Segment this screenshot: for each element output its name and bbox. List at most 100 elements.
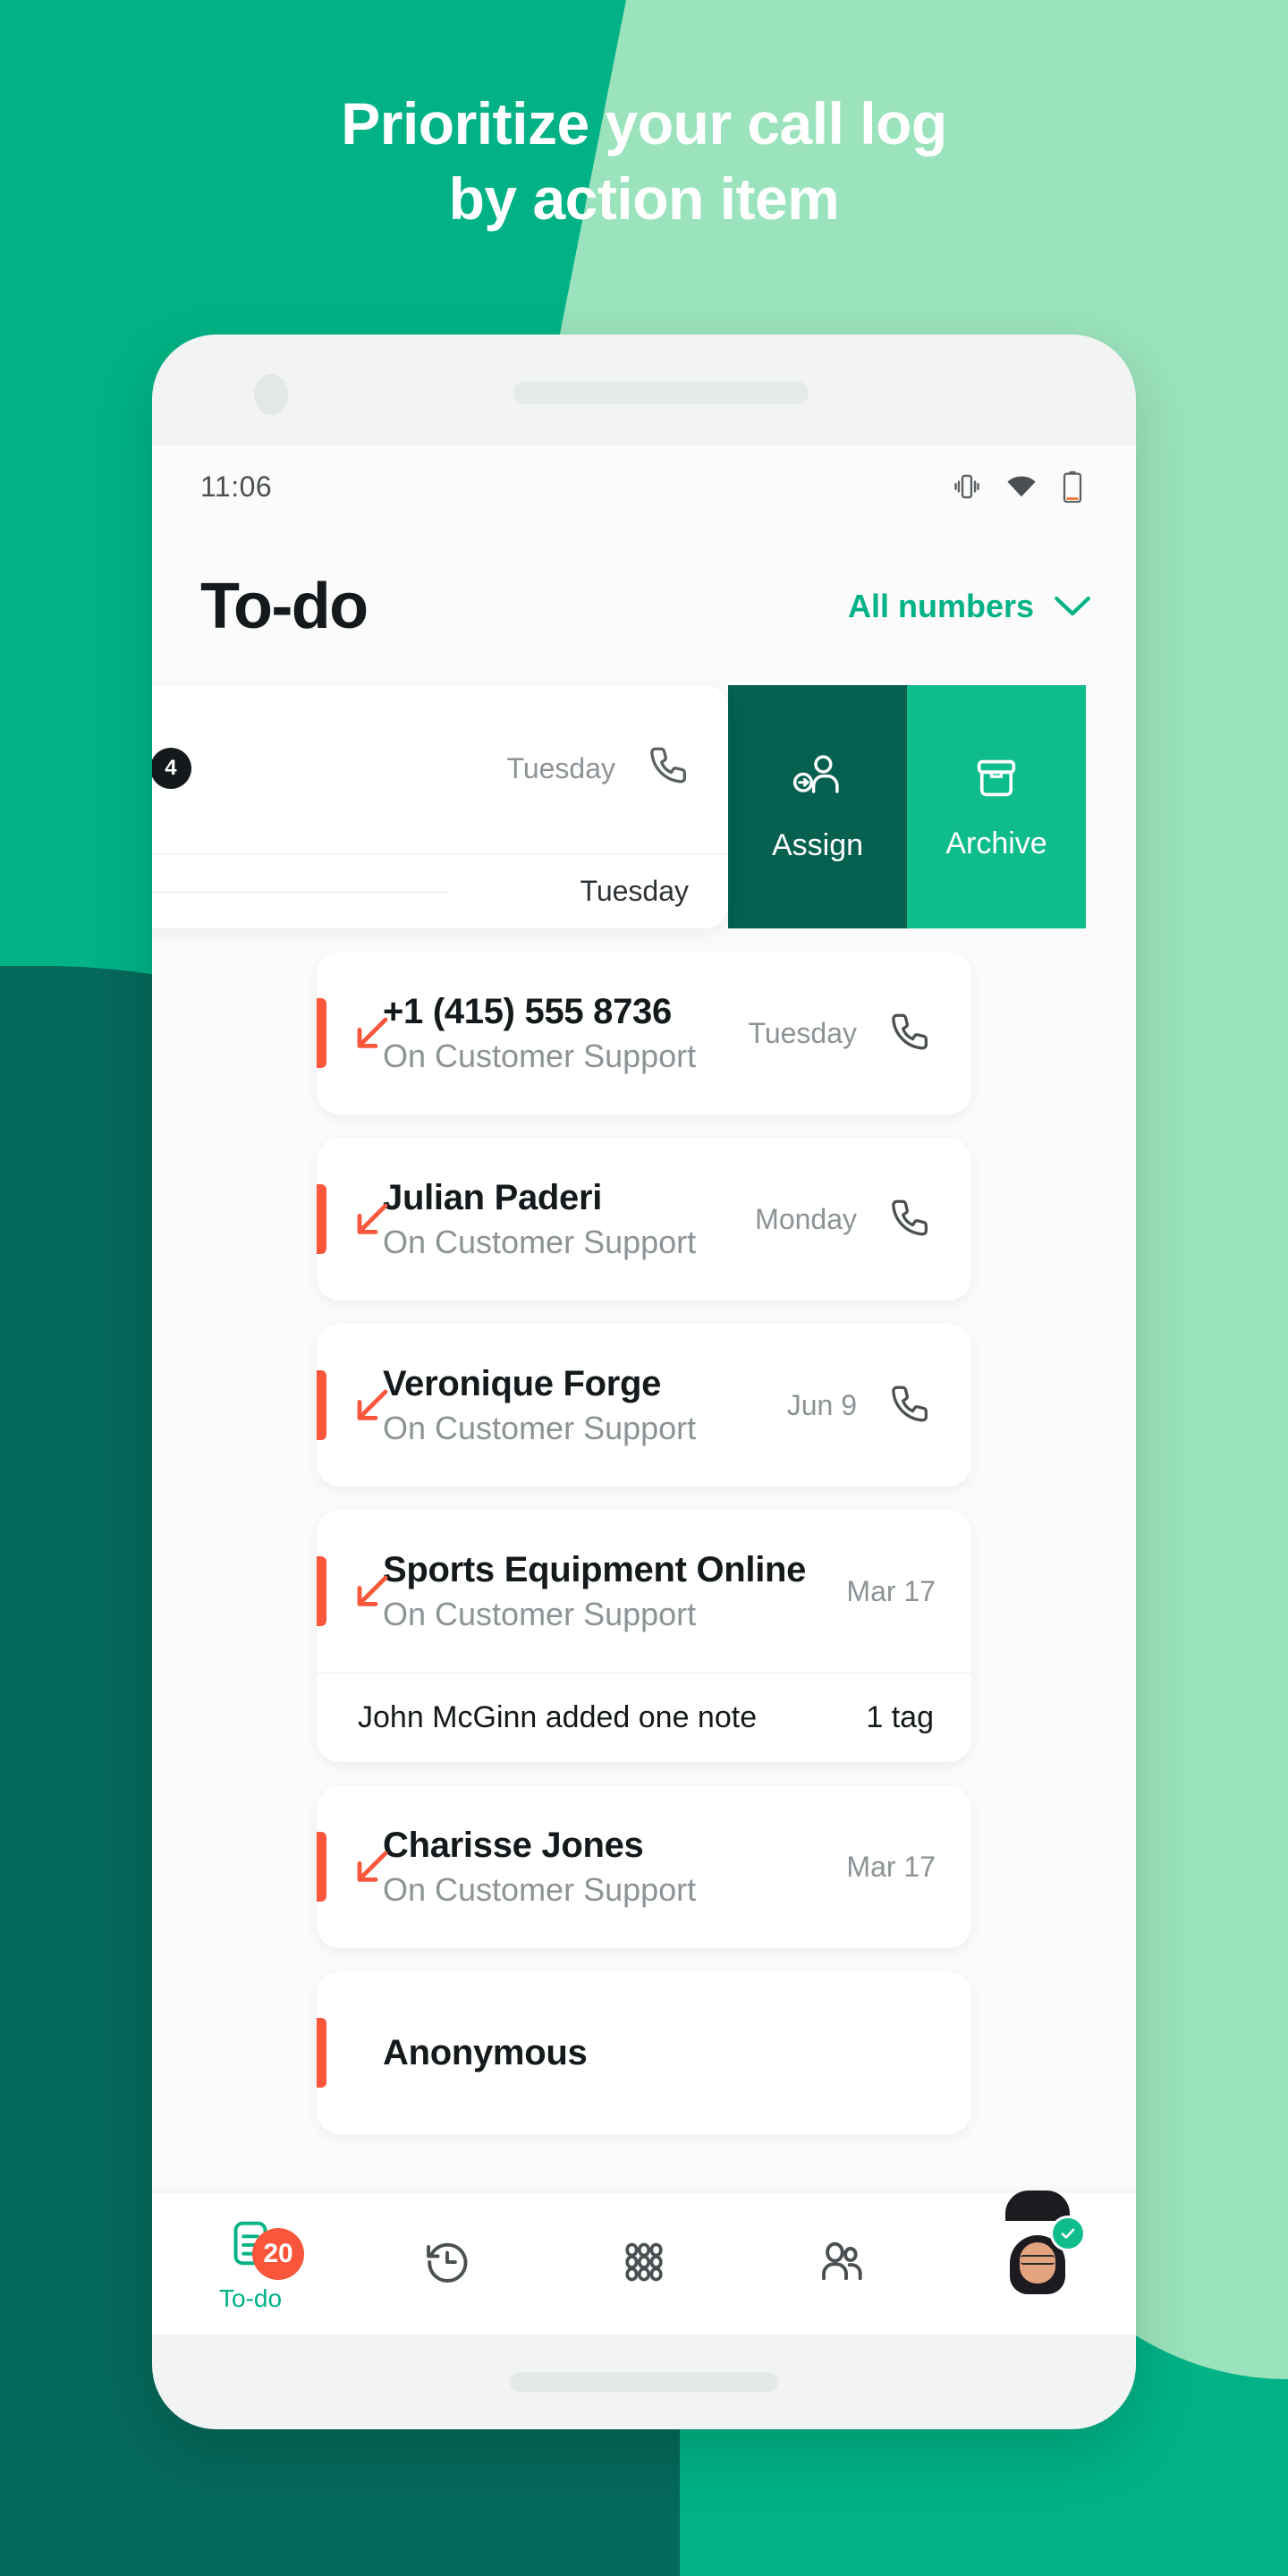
call-day: Mar 17 [846, 1850, 936, 1883]
chevron-down-icon [1054, 595, 1091, 618]
phone-gesture-pill [510, 2372, 778, 2392]
incoming-call-icon [349, 1382, 395, 1428]
phone-icon[interactable] [884, 1007, 936, 1059]
avatar[interactable] [995, 2190, 1086, 2307]
swiped-card-main: 0260 4 y Tuesday [152, 685, 728, 854]
numbers-filter-dropdown[interactable]: All numbers [848, 588, 1091, 625]
call-card-main: Anonymous [317, 1971, 971, 2134]
vibrate-icon [952, 471, 982, 502]
call-card-right: Tuesday [748, 1007, 936, 1059]
swiped-card-right: Tuesday [506, 741, 694, 797]
nav-item-profile[interactable] [939, 2190, 1136, 2307]
call-name: Veronique Forge [383, 1363, 662, 1403]
call-card-text: Julian Paderi On Customer Support [383, 1178, 696, 1261]
phone-top-bezel [152, 335, 1136, 445]
call-card-text: Veronique Forge On Customer Support [383, 1364, 696, 1447]
call-note-row[interactable]: John McGinn added one note 1 tag [317, 1673, 971, 1762]
assign-user-icon [790, 750, 845, 810]
call-card-main: Veronique Forge On Customer Support Jun … [317, 1324, 971, 1487]
call-card[interactable]: Veronique Forge On Customer Support Jun … [317, 1324, 971, 1487]
call-name: Anonymous [383, 2032, 588, 2072]
incoming-call-icon [349, 1568, 395, 1614]
call-list[interactable]: Assign Archive 4 Tuesday Tuesday +1 (415… [152, 685, 1136, 2334]
todo-badge-count: 20 [252, 2227, 304, 2280]
nav-item-todo[interactable]: 20 To-do [152, 2216, 349, 2313]
phone-icon[interactable] [884, 1193, 936, 1245]
promo-screenshot: Prioritize your call log by action item … [0, 0, 1288, 2576]
call-card-text: +1 (415) 555 8736 On Customer Support [383, 992, 696, 1075]
dialpad-icon [616, 2234, 672, 2294]
call-name: Julian Paderi [383, 1177, 603, 1217]
call-card-right: Jun 9 [787, 1379, 936, 1431]
assign-label: Assign [771, 828, 864, 862]
call-card-main: Charisse Jones On Customer Support Mar 1… [317, 1785, 971, 1948]
available-check-icon [1050, 2216, 1086, 2251]
nav-item-contacts[interactable] [742, 2234, 939, 2294]
priority-accent-bar [317, 998, 326, 1068]
phone-icon[interactable] [884, 1379, 936, 1431]
priority-accent-bar [317, 1370, 326, 1440]
swipe-action-group[interactable]: Assign Archive [728, 685, 1086, 928]
call-note-tag-count: 1 tag [866, 1700, 934, 1734]
priority-accent-bar [317, 1556, 326, 1626]
call-subtitle: On Customer Support [383, 1870, 697, 1908]
call-card[interactable]: Charisse Jones On Customer Support Mar 1… [317, 1785, 971, 1948]
call-name: +1 (415) 555 8736 [383, 991, 672, 1031]
call-card[interactable]: +1 (415) 555 8736 On Customer Support Tu… [317, 952, 971, 1114]
swiped-call-row[interactable]: Assign Archive 4 Tuesday Tuesday [152, 685, 1136, 928]
swiped-call-badge: 4 [152, 748, 191, 789]
swiped-call-day: Tuesday [506, 751, 615, 784]
numbers-filter-label: All numbers [847, 588, 1034, 624]
nav-item-dialpad[interactable] [546, 2234, 742, 2294]
swiped-placeholder-line [152, 892, 449, 893]
nav-item-history[interactable] [349, 2234, 546, 2294]
call-subtitle: On Customer Support [383, 1223, 697, 1260]
battery-icon [1061, 470, 1084, 503]
bottom-navigation-bar[interactable]: 20 To-do [152, 2190, 1136, 2334]
nav-item-label-todo: To-do [218, 2284, 283, 2312]
swiped-card-secondary: Tuesday [152, 854, 728, 928]
call-card-text: Charisse Jones On Customer Support [383, 1826, 696, 1909]
swiped-second-day: Tuesday [580, 875, 689, 907]
assign-button[interactable]: Assign [728, 685, 907, 928]
archive-label: Archive [945, 826, 1047, 860]
call-subtitle: On Customer Support [383, 1037, 697, 1074]
archive-box-icon [970, 752, 1022, 809]
call-card-right: Mar 17 [846, 1575, 936, 1608]
status-icon-group [952, 470, 1084, 503]
call-subtitle: On Customer Support [383, 1409, 697, 1446]
wifi-icon [1005, 470, 1038, 503]
call-card[interactable]: Anonymous [317, 1971, 971, 2134]
headline-line-1: Prioritize your call log [341, 90, 947, 157]
promo-headline: Prioritize your call log by action item [0, 86, 1288, 237]
call-day: Mar 17 [846, 1574, 936, 1607]
phone-device-mockup: 11:06 To-do All numbers Assign Archive 4… [152, 335, 1136, 2429]
history-clock-icon [419, 2234, 475, 2294]
call-day: Tuesday [748, 1016, 857, 1049]
status-time: 11:06 [200, 470, 273, 503]
call-name: Charisse Jones [383, 1825, 644, 1865]
priority-accent-bar [317, 2018, 326, 2088]
call-card-main: Julian Paderi On Customer Support Monday [317, 1138, 971, 1301]
call-card-main: Sports Equipment Online On Customer Supp… [317, 1510, 971, 1673]
phone-bottom-bezel [152, 2334, 1136, 2429]
contacts-people-icon [813, 2234, 869, 2294]
priority-accent-bar [317, 1832, 326, 1902]
swiped-call-card[interactable]: 0260 4 y Tuesday [152, 685, 728, 928]
headline-line-2: by action item [448, 165, 840, 233]
phone-screen: 11:06 To-do All numbers Assign Archive 4… [152, 445, 1136, 2334]
call-card-text: Sports Equipment Online On Customer Supp… [383, 1550, 806, 1633]
call-subtitle: On Customer Support [383, 1595, 697, 1632]
incoming-call-icon [349, 1010, 395, 1056]
call-card[interactable]: Julian Paderi On Customer Support Monday [317, 1138, 971, 1301]
call-card-right: Mar 17 [846, 1851, 936, 1884]
status-bar: 11:06 [152, 445, 1136, 528]
call-day: Monday [755, 1202, 857, 1235]
call-card-main: +1 (415) 555 8736 On Customer Support Tu… [317, 952, 971, 1114]
priority-accent-bar [317, 1184, 326, 1254]
phone-icon[interactable] [642, 741, 694, 797]
archive-button[interactable]: Archive [907, 685, 1086, 928]
app-header: To-do All numbers [152, 528, 1136, 685]
call-card[interactable]: Sports Equipment Online On Customer Supp… [317, 1510, 971, 1762]
call-name: Sports Equipment Online [383, 1549, 807, 1589]
